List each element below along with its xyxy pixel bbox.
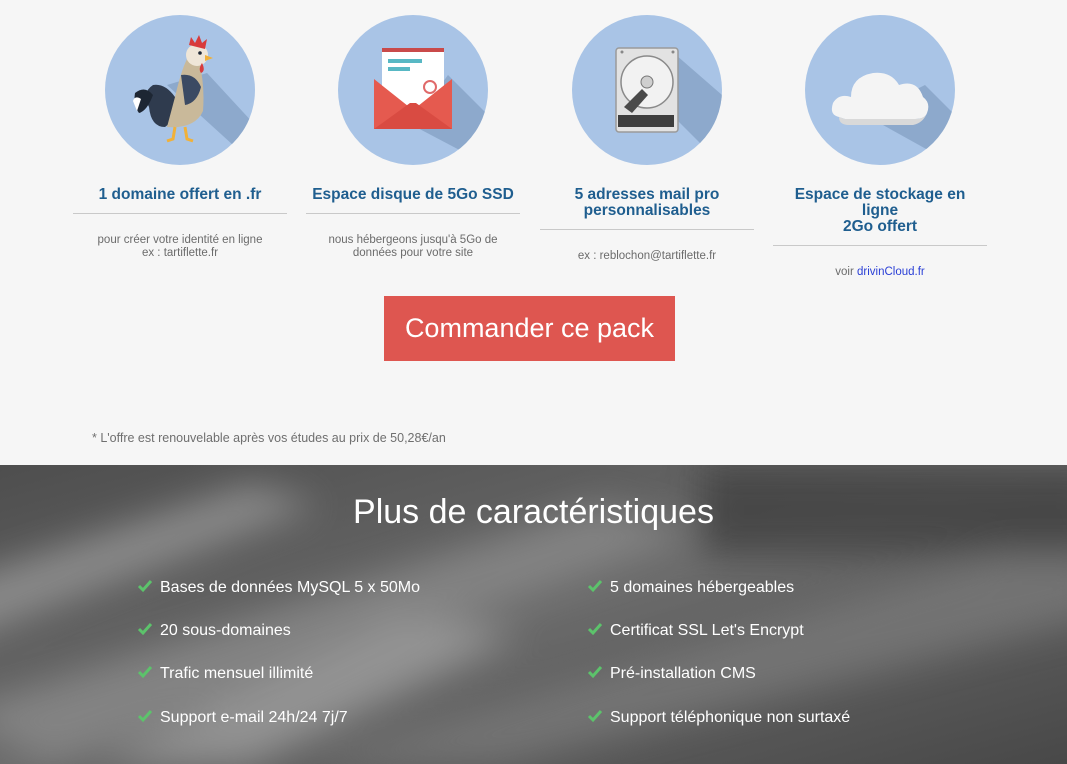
feature-domain: 1 domaine offert en .fr pour créer votre… (73, 0, 287, 260)
feature-description: voir drivinCloud.fr (835, 266, 925, 278)
feature-description: ex : reblochon@tartiflette.fr (577, 250, 717, 262)
spec-item: Certificat SSL Let's Encrypt (587, 621, 804, 641)
spec-item: 20 sous-domaines (137, 621, 291, 641)
check-icon (587, 580, 603, 593)
spec-item: Trafic mensuel illimité (137, 664, 313, 684)
drivincloud-link[interactable]: drivinCloud.fr (857, 266, 925, 278)
feature-mail: 5 adresses mail pro personnalisables ex … (540, 0, 754, 263)
rooster-icon (105, 15, 255, 165)
spec-item: Pré-installation CMS (587, 664, 756, 684)
feature-cloud-storage: Espace de stockage en ligne 2Go offert v… (773, 0, 987, 279)
check-icon (137, 710, 153, 723)
hard-drive-icon (572, 15, 722, 165)
check-icon (137, 623, 153, 636)
feature-title: 1 domaine offert en .fr (73, 187, 287, 214)
feature-title: Espace de stockage en ligne 2Go offert (773, 187, 987, 246)
check-icon (137, 580, 153, 593)
feature-title: Espace disque de 5Go SSD (306, 187, 520, 214)
order-pack-button[interactable]: Commander ce pack (384, 296, 675, 361)
feature-description: pour créer votre identité en ligne ex : … (97, 234, 263, 259)
feature-title: 5 adresses mail pro personnalisables (540, 187, 754, 230)
check-icon (137, 666, 153, 679)
page: 1 domaine offert en .fr pour créer votre… (0, 0, 1067, 764)
check-icon (587, 666, 603, 679)
specs-section: Plus de caractéristiques Bases de donnée… (0, 465, 1067, 764)
check-icon (587, 623, 603, 636)
renewal-footnote: * L'offre est renouvelable après vos étu… (92, 431, 446, 445)
spec-item: Bases de données MySQL 5 x 50Mo (137, 578, 420, 598)
specs-title: Plus de caractéristiques (353, 493, 714, 531)
envelope-icon (338, 15, 488, 165)
spec-item: Support e-mail 24h/24 7j/7 (137, 708, 348, 728)
feature-description: nous hébergeons jusqu'à 5Go de données p… (328, 234, 498, 259)
feature-disk: Espace disque de 5Go SSD nous hébergeons… (306, 0, 520, 260)
spec-item: 5 domaines hébergeables (587, 578, 794, 598)
spec-item: Support téléphonique non surtaxé (587, 708, 850, 728)
check-icon (587, 710, 603, 723)
cloud-icon (805, 15, 955, 165)
